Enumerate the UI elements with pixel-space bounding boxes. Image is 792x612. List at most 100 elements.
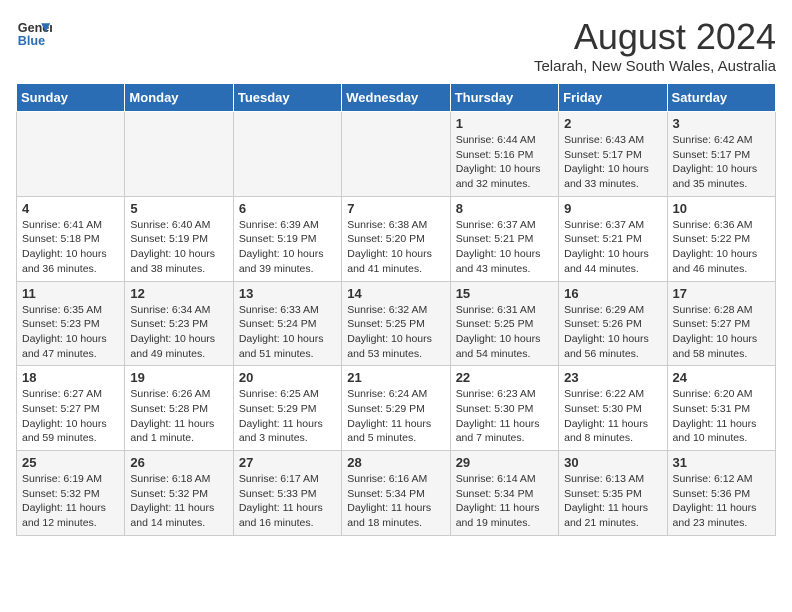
main-title: August 2024: [534, 16, 776, 58]
day-number: 5: [130, 201, 227, 216]
day-info: Sunrise: 6:35 AMSunset: 5:23 PMDaylight:…: [22, 303, 119, 362]
day-info: Sunrise: 6:41 AMSunset: 5:18 PMDaylight:…: [22, 218, 119, 277]
day-number: 30: [564, 455, 661, 470]
day-number: 28: [347, 455, 444, 470]
calendar-week-5: 25Sunrise: 6:19 AMSunset: 5:32 PMDayligh…: [17, 451, 776, 536]
day-number: 13: [239, 286, 336, 301]
calendar-week-2: 4 Sunrise: 6:41 AMSunset: 5:18 PMDaylight…: [17, 196, 776, 281]
day-info: Sunrise: 6:29 AMSunset: 5:26 PMDaylight:…: [564, 303, 661, 362]
calendar-cell: [342, 112, 450, 197]
day-number: 16: [564, 286, 661, 301]
calendar-cell: [233, 112, 341, 197]
day-info: Sunrise: 6:18 AMSunset: 5:32 PMDaylight:…: [130, 472, 227, 531]
day-number: 24: [673, 370, 770, 385]
calendar-week-3: 11 Sunrise: 6:35 AMSunset: 5:23 PMDayligh…: [17, 281, 776, 366]
day-number: 10: [673, 201, 770, 216]
calendar-cell: 31 Sunrise: 6:12 AMSunset: 5:36 PMDayligh…: [667, 451, 775, 536]
calendar-table: SundayMondayTuesdayWednesdayThursdayFrid…: [16, 83, 776, 536]
calendar-cell: 21Sunrise: 6:24 AMSunset: 5:29 PMDayligh…: [342, 366, 450, 451]
day-info: Sunrise: 6:23 AMSunset: 5:30 PMDaylight:…: [456, 387, 553, 446]
day-info: Sunrise: 6:12 AMSunset: 5:36 PMDaylight:…: [673, 472, 770, 531]
title-block: August 2024 Telarah, New South Wales, Au…: [534, 16, 776, 75]
weekday-header-row: SundayMondayTuesdayWednesdayThursdayFrid…: [17, 84, 776, 112]
calendar-cell: 25Sunrise: 6:19 AMSunset: 5:32 PMDayligh…: [17, 451, 125, 536]
calendar-week-1: 1 Sunrise: 6:44 AMSunset: 5:16 PMDaylight…: [17, 112, 776, 197]
day-number: 19: [130, 370, 227, 385]
calendar-cell: 26 Sunrise: 6:18 AMSunset: 5:32 PMDayligh…: [125, 451, 233, 536]
weekday-header-friday: Friday: [559, 84, 667, 112]
day-info: Sunrise: 6:31 AMSunset: 5:25 PMDaylight:…: [456, 303, 553, 362]
day-number: 7: [347, 201, 444, 216]
day-info: Sunrise: 6:13 AMSunset: 5:35 PMDaylight:…: [564, 472, 661, 531]
calendar-cell: 12Sunrise: 6:34 AMSunset: 5:23 PMDayligh…: [125, 281, 233, 366]
day-number: 12: [130, 286, 227, 301]
calendar-cell: 22 Sunrise: 6:23 AMSunset: 5:30 PMDayligh…: [450, 366, 558, 451]
svg-text:Blue: Blue: [18, 34, 45, 48]
calendar-cell: 29 Sunrise: 6:14 AMSunset: 5:34 PMDayligh…: [450, 451, 558, 536]
day-info: Sunrise: 6:44 AMSunset: 5:16 PMDaylight:…: [456, 133, 553, 192]
day-info: Sunrise: 6:22 AMSunset: 5:30 PMDaylight:…: [564, 387, 661, 446]
logo-icon: General Blue: [16, 16, 52, 52]
day-number: 4: [22, 201, 119, 216]
calendar-cell: 1 Sunrise: 6:44 AMSunset: 5:16 PMDaylight…: [450, 112, 558, 197]
calendar-cell: 2 Sunrise: 6:43 AMSunset: 5:17 PMDaylight…: [559, 112, 667, 197]
calendar-cell: 7 Sunrise: 6:38 AMSunset: 5:20 PMDaylight…: [342, 196, 450, 281]
weekday-header-monday: Monday: [125, 84, 233, 112]
day-info: Sunrise: 6:28 AMSunset: 5:27 PMDaylight:…: [673, 303, 770, 362]
calendar-cell: 5Sunrise: 6:40 AMSunset: 5:19 PMDaylight…: [125, 196, 233, 281]
day-info: Sunrise: 6:20 AMSunset: 5:31 PMDaylight:…: [673, 387, 770, 446]
calendar-cell: 6Sunrise: 6:39 AMSunset: 5:19 PMDaylight…: [233, 196, 341, 281]
calendar-cell: 16 Sunrise: 6:29 AMSunset: 5:26 PMDayligh…: [559, 281, 667, 366]
day-info: Sunrise: 6:32 AMSunset: 5:25 PMDaylight:…: [347, 303, 444, 362]
logo: General Blue: [16, 16, 52, 52]
day-number: 25: [22, 455, 119, 470]
weekday-header-thursday: Thursday: [450, 84, 558, 112]
day-number: 31: [673, 455, 770, 470]
day-number: 22: [456, 370, 553, 385]
calendar-cell: 24 Sunrise: 6:20 AMSunset: 5:31 PMDayligh…: [667, 366, 775, 451]
weekday-header-tuesday: Tuesday: [233, 84, 341, 112]
calendar-cell: 9 Sunrise: 6:37 AMSunset: 5:21 PMDaylight…: [559, 196, 667, 281]
day-number: 17: [673, 286, 770, 301]
day-info: Sunrise: 6:33 AMSunset: 5:24 PMDaylight:…: [239, 303, 336, 362]
day-number: 14: [347, 286, 444, 301]
weekday-header-saturday: Saturday: [667, 84, 775, 112]
calendar-cell: 8 Sunrise: 6:37 AMSunset: 5:21 PMDaylight…: [450, 196, 558, 281]
day-info: Sunrise: 6:26 AMSunset: 5:28 PMDaylight:…: [130, 387, 227, 446]
day-info: Sunrise: 6:16 AMSunset: 5:34 PMDaylight:…: [347, 472, 444, 531]
day-info: Sunrise: 6:25 AMSunset: 5:29 PMDaylight:…: [239, 387, 336, 446]
day-number: 1: [456, 116, 553, 131]
calendar-cell: 3 Sunrise: 6:42 AMSunset: 5:17 PMDaylight…: [667, 112, 775, 197]
calendar-cell: [125, 112, 233, 197]
day-number: 3: [673, 116, 770, 131]
day-number: 8: [456, 201, 553, 216]
calendar-cell: 15 Sunrise: 6:31 AMSunset: 5:25 PMDayligh…: [450, 281, 558, 366]
day-number: 20: [239, 370, 336, 385]
page-header: General Blue August 2024 Telarah, New So…: [16, 16, 776, 75]
day-number: 15: [456, 286, 553, 301]
day-info: Sunrise: 6:14 AMSunset: 5:34 PMDaylight:…: [456, 472, 553, 531]
day-info: Sunrise: 6:27 AMSunset: 5:27 PMDaylight:…: [22, 387, 119, 446]
subtitle: Telarah, New South Wales, Australia: [534, 58, 776, 75]
day-info: Sunrise: 6:37 AMSunset: 5:21 PMDaylight:…: [456, 218, 553, 277]
calendar-cell: 28 Sunrise: 6:16 AMSunset: 5:34 PMDayligh…: [342, 451, 450, 536]
day-number: 26: [130, 455, 227, 470]
calendar-cell: 13 Sunrise: 6:33 AMSunset: 5:24 PMDayligh…: [233, 281, 341, 366]
calendar-cell: 11 Sunrise: 6:35 AMSunset: 5:23 PMDayligh…: [17, 281, 125, 366]
day-number: 11: [22, 286, 119, 301]
day-number: 18: [22, 370, 119, 385]
day-info: Sunrise: 6:36 AMSunset: 5:22 PMDaylight:…: [673, 218, 770, 277]
calendar-cell: 23Sunrise: 6:22 AMSunset: 5:30 PMDayligh…: [559, 366, 667, 451]
day-number: 27: [239, 455, 336, 470]
day-info: Sunrise: 6:38 AMSunset: 5:20 PMDaylight:…: [347, 218, 444, 277]
calendar-cell: 19 Sunrise: 6:26 AMSunset: 5:28 PMDayligh…: [125, 366, 233, 451]
calendar-cell: 10 Sunrise: 6:36 AMSunset: 5:22 PMDayligh…: [667, 196, 775, 281]
calendar-cell: [17, 112, 125, 197]
day-info: Sunrise: 6:42 AMSunset: 5:17 PMDaylight:…: [673, 133, 770, 192]
calendar-cell: 4 Sunrise: 6:41 AMSunset: 5:18 PMDaylight…: [17, 196, 125, 281]
day-number: 29: [456, 455, 553, 470]
day-info: Sunrise: 6:43 AMSunset: 5:17 PMDaylight:…: [564, 133, 661, 192]
day-number: 9: [564, 201, 661, 216]
day-number: 2: [564, 116, 661, 131]
day-info: Sunrise: 6:37 AMSunset: 5:21 PMDaylight:…: [564, 218, 661, 277]
